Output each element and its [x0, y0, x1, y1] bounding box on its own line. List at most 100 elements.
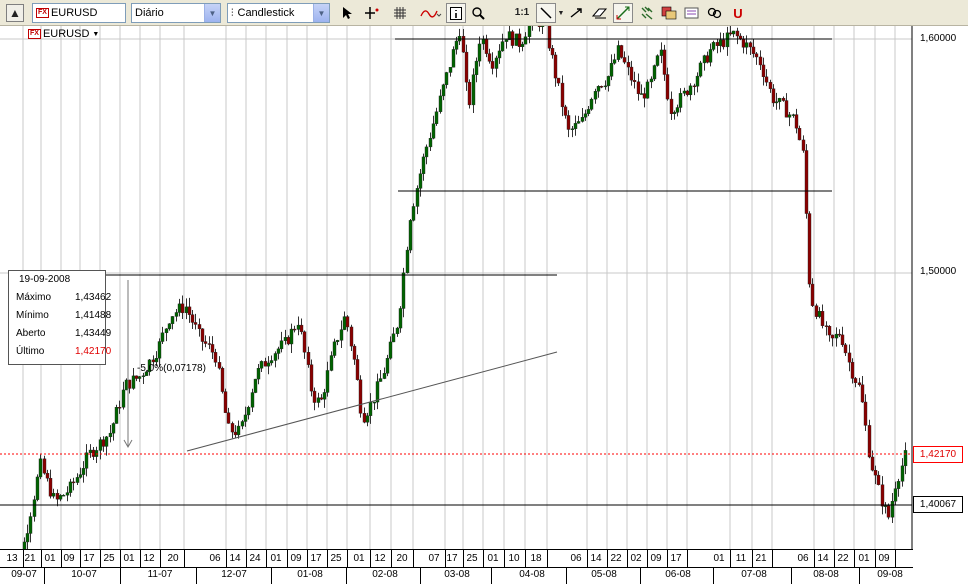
symbol-input[interactable]: FX EURUSD: [32, 3, 126, 23]
arrow-tool-icon[interactable]: [567, 3, 587, 23]
candle-body: [603, 85, 608, 88]
chevron-down-icon[interactable]: ▼: [92, 31, 99, 38]
info-label: Mínimo: [16, 310, 49, 321]
measure-annotation: -5,0%(0,07178): [137, 363, 206, 374]
candle-body: [325, 370, 330, 393]
eraser-icon[interactable]: [590, 3, 610, 23]
candle-body: [226, 412, 231, 424]
candle-body: [424, 146, 429, 158]
price-tick-label: 1,50000: [920, 266, 957, 277]
fibonacci-icon[interactable]: [613, 3, 633, 23]
info-value-last: 1,42170: [75, 346, 112, 357]
candle-body: [636, 81, 641, 95]
candle-body: [843, 344, 848, 354]
candle-body: [725, 32, 730, 48]
candle-body: [692, 85, 697, 88]
magnet-icon[interactable]: U: [728, 3, 748, 23]
candle-body: [649, 78, 654, 83]
time-axis-day-label: 18: [530, 553, 542, 564]
candle-body: [880, 484, 885, 507]
candle-body: [187, 306, 192, 315]
objects-icon[interactable]: [659, 3, 679, 23]
candle-body: [857, 382, 862, 385]
candle-body: [401, 272, 406, 309]
chevron-down-icon[interactable]: ▼: [204, 4, 220, 22]
trendline-tool-icon[interactable]: [536, 3, 556, 23]
chart-symbol-label[interactable]: FX EURUSD ▼: [28, 28, 99, 40]
candle-body: [35, 476, 40, 500]
chevron-down-icon[interactable]: ▼: [556, 3, 566, 23]
candle-body: [418, 173, 423, 189]
candle-body: [477, 43, 482, 62]
candle-body: [771, 88, 776, 104]
scroll-up-icon[interactable]: ▲: [6, 4, 24, 22]
candle-body: [596, 86, 601, 92]
period-select[interactable]: Diário ▼: [131, 3, 221, 23]
time-axis-day-label: 02: [630, 553, 642, 564]
time-axis-month-label: 08-08: [813, 569, 839, 580]
time-axis-day-label: 22: [837, 553, 849, 564]
objects-list-icon[interactable]: [682, 3, 702, 23]
candle-body: [632, 80, 637, 82]
candle-body: [731, 30, 736, 35]
candle-body: [203, 341, 208, 344]
candle-body: [316, 397, 321, 403]
candle-body: [134, 375, 139, 379]
time-axis-month-tick: [44, 567, 45, 584]
time-axis-day-label: 13: [6, 553, 18, 564]
time-axis-day-label: 12: [374, 553, 386, 564]
candle-body: [847, 352, 852, 363]
chevron-down-icon[interactable]: ▼: [313, 4, 329, 22]
candle-body: [434, 111, 439, 124]
time-axis-day-label: 09: [290, 553, 302, 564]
candle-body: [273, 353, 278, 361]
candle-body: [438, 95, 443, 112]
candle-body: [484, 38, 489, 54]
time-axis-tick: [895, 550, 896, 567]
indicator-icon[interactable]: [418, 3, 444, 23]
zoom-icon[interactable]: [468, 3, 488, 23]
candle-body: [51, 492, 56, 497]
candle-body: [870, 456, 875, 471]
candle-body: [639, 93, 644, 95]
candle-body: [896, 481, 901, 489]
candle-body: [395, 327, 400, 335]
candle-body: [421, 156, 426, 174]
candle-body: [296, 324, 301, 330]
one-to-one-icon[interactable]: 1:1: [512, 3, 532, 23]
candle-body: [164, 328, 169, 334]
candle-body: [108, 432, 113, 438]
candle-body: [622, 57, 627, 63]
pattern-icon[interactable]: [637, 3, 657, 23]
candle-body: [698, 62, 703, 77]
candle-body: [830, 334, 835, 339]
candle-body: [388, 341, 393, 359]
pointer-icon[interactable]: [337, 3, 357, 23]
candle-body: [777, 97, 782, 102]
time-axis[interactable]: 13 21 01 09 17 25 01 12 20 06 14 24 01 09 17 25 01 12 20 07…: [0, 549, 913, 584]
candle-body: [141, 375, 146, 377]
candle-body: [170, 316, 175, 324]
info-label: Aberto: [16, 328, 46, 339]
candle-body: [368, 401, 373, 416]
info-icon[interactable]: [446, 3, 466, 23]
candle-body: [609, 63, 614, 77]
candle-body: [372, 401, 377, 404]
candle-body: [250, 392, 255, 408]
candle-body: [454, 40, 459, 50]
candle-body: [289, 328, 294, 345]
time-axis-day-label: 21: [755, 553, 767, 564]
candle-body: [256, 368, 261, 380]
ohlc-info-box[interactable]: 19-09-2008 Máximo 1,43462 Mínimo 1,41488…: [8, 270, 111, 365]
time-axis-day-label: 01: [270, 553, 282, 564]
candle-body: [675, 107, 680, 113]
candle-body: [807, 213, 812, 285]
time-axis-day-label: 20: [167, 553, 179, 564]
link-icon[interactable]: [705, 3, 725, 23]
grid-icon[interactable]: [390, 3, 410, 23]
crosshair-icon[interactable]: [362, 3, 382, 23]
chart-type-select[interactable]: ⫶ Candlestick ▼: [227, 3, 330, 23]
price-chart[interactable]: [0, 26, 968, 549]
candle-body: [560, 82, 565, 108]
rising-trendline[interactable]: [186, 351, 558, 452]
